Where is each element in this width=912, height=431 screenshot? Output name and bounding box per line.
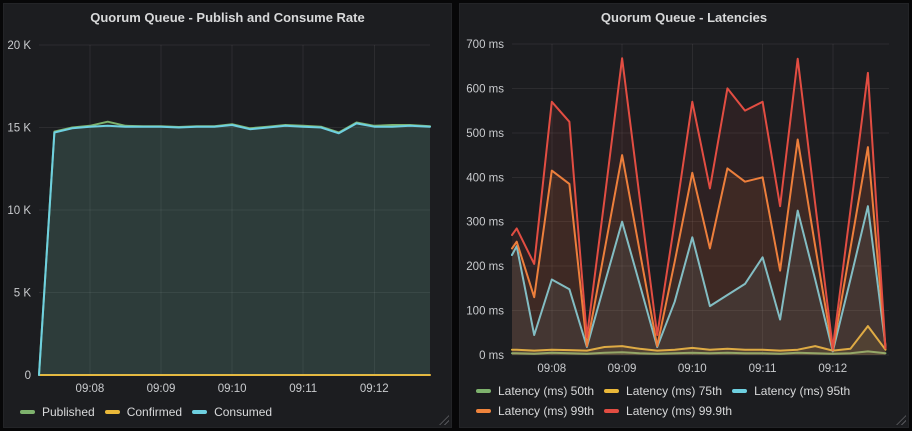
series-area [39,123,430,375]
svg-text:100 ms: 100 ms [466,306,504,318]
legend-color-swatch-icon [604,409,619,413]
svg-text:09:10: 09:10 [218,383,247,395]
svg-text:500 ms: 500 ms [466,128,504,140]
legend-label: Latency (ms) 95th [754,384,850,398]
svg-text:09:08: 09:08 [76,383,105,395]
svg-text:09:12: 09:12 [818,363,847,375]
svg-text:200 ms: 200 ms [466,261,504,273]
panel-latencies: Quorum Queue - Latencies 700 ms600 ms500… [459,3,909,428]
legend-color-swatch-icon [20,410,35,414]
legend-item-confirmed[interactable]: Confirmed [105,402,182,422]
legend-item-latency-ms-50th[interactable]: Latency (ms) 50th [476,381,594,401]
svg-text:09:11: 09:11 [289,383,317,395]
legend-color-swatch-icon [105,410,120,414]
publish-consume-chart[interactable]: 20 K 15 K 10 K 5 K 0 09:08 09:09 09:10 09:11 09:1… [4,4,453,429]
legend-color-swatch-icon [604,389,619,393]
legend-label: Published [42,405,95,419]
svg-text:15 K: 15 K [7,123,31,135]
legend-publish-consume: Published Confirmed Consumed [20,402,441,422]
svg-text:20 K: 20 K [7,40,31,52]
svg-text:09:09: 09:09 [147,383,176,395]
svg-text:09:11: 09:11 [749,363,777,375]
svg-text:10 K: 10 K [7,205,31,217]
grafana-dashboard: Quorum Queue - Publish and Consume Rate … [0,0,912,431]
latencies-chart[interactable]: 700 ms 600 ms 500 ms 400 ms 300 ms 200 ms 100 … [460,4,910,429]
svg-text:0 ms: 0 ms [479,350,504,362]
legend-item-published[interactable]: Published [20,402,95,422]
svg-text:400 ms: 400 ms [466,172,504,184]
x-axis-labels: 09:08 09:09 09:10 09:11 09:12 [537,363,847,375]
legend-color-swatch-icon [732,389,747,393]
svg-text:09:10: 09:10 [678,363,707,375]
svg-text:09:12: 09:12 [360,383,389,395]
legend-label: Latency (ms) 50th [498,384,594,398]
legend-color-swatch-icon [476,409,491,413]
svg-text:5 K: 5 K [14,288,32,300]
svg-text:700 ms: 700 ms [466,39,504,51]
legend-label: Latency (ms) 75th [626,384,722,398]
legend-label: Consumed [214,405,272,419]
legend-color-swatch-icon [476,389,491,393]
legend-latencies: Latency (ms) 50th Latency (ms) 75th Latenc… [476,381,898,421]
svg-text:09:08: 09:08 [537,363,566,375]
y-axis-labels: 700 ms 600 ms 500 ms 400 ms 300 ms 200 ms 100 … [466,39,504,362]
svg-text:09:09: 09:09 [608,363,637,375]
legend-item-latency-ms-99th[interactable]: Latency (ms) 99th [476,401,594,421]
legend-label: Confirmed [127,405,182,419]
legend-item-latency-ms-95th[interactable]: Latency (ms) 95th [732,381,850,401]
svg-text:300 ms: 300 ms [466,217,504,229]
svg-text:600 ms: 600 ms [466,83,504,95]
legend-item-latency-ms-99-9th[interactable]: Latency (ms) 99.9th [604,401,732,421]
legend-label: Latency (ms) 99.9th [626,404,732,418]
legend-item-latency-ms-75th[interactable]: Latency (ms) 75th [604,381,722,401]
x-axis-labels: 09:08 09:09 09:10 09:11 09:12 [76,383,389,395]
legend-color-swatch-icon [192,410,207,414]
y-axis-labels: 20 K 15 K 10 K 5 K 0 [7,40,31,382]
legend-item-consumed[interactable]: Consumed [192,402,272,422]
legend-label: Latency (ms) 99th [498,404,594,418]
svg-text:0: 0 [25,370,31,382]
panel-publish-consume-rate: Quorum Queue - Publish and Consume Rate … [3,3,452,428]
